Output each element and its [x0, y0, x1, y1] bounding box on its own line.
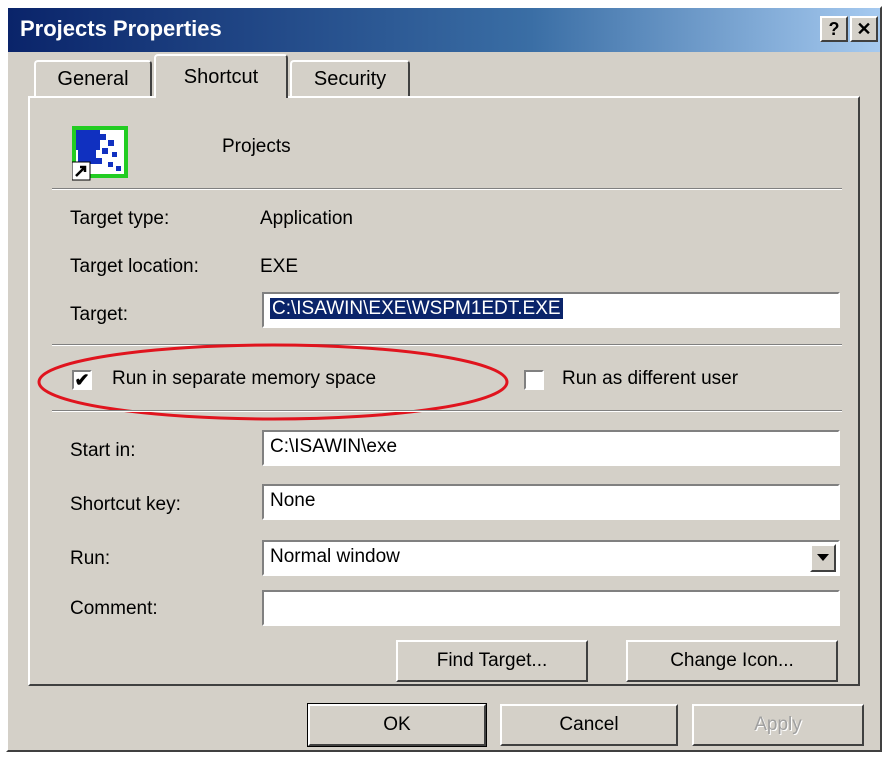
- run-label: Run:: [70, 548, 111, 569]
- shortcut-key-input[interactable]: None: [262, 484, 840, 520]
- title-bar[interactable]: Projects Properties ? ✕: [8, 8, 880, 52]
- target-input[interactable]: C:\ISAWIN\EXE\WSPM1EDT.EXE: [262, 292, 840, 328]
- chevron-down-icon: [817, 554, 829, 561]
- checkmark-icon: ✔: [74, 370, 90, 390]
- run-as-label[interactable]: Run as different user: [562, 368, 738, 390]
- comment-label: Comment:: [70, 598, 158, 619]
- shortcut-name: Projects: [222, 136, 291, 157]
- tab-security[interactable]: Security: [290, 60, 410, 96]
- separator: [52, 344, 842, 346]
- separator: [52, 188, 842, 190]
- tab-shortcut[interactable]: Shortcut: [154, 54, 288, 98]
- tab-general[interactable]: General: [34, 60, 152, 96]
- comment-input[interactable]: [262, 590, 840, 626]
- separator: [52, 410, 842, 412]
- change-icon-button[interactable]: Change Icon...: [626, 640, 838, 682]
- run-as-checkbox[interactable]: [524, 370, 544, 390]
- target-type-label: Target type:: [70, 208, 170, 229]
- find-target-button[interactable]: Find Target...: [396, 640, 588, 682]
- start-in-label: Start in:: [70, 440, 136, 461]
- target-location-label: Target location:: [70, 256, 199, 277]
- ok-button[interactable]: OK: [307, 703, 487, 747]
- dropdown-button[interactable]: [810, 544, 836, 572]
- target-label: Target:: [70, 304, 129, 325]
- help-button[interactable]: ?: [820, 16, 848, 42]
- target-value: C:\ISAWIN\EXE\WSPM1EDT.EXE: [270, 298, 563, 319]
- run-separate-label[interactable]: Run in separate memory space: [112, 368, 376, 390]
- projects-shortcut-icon: [72, 126, 128, 181]
- target-location-value: EXE: [260, 256, 299, 277]
- run-selected-value: Normal window: [270, 546, 400, 567]
- target-type-value: Application: [260, 208, 353, 229]
- apply-button[interactable]: Apply: [692, 704, 864, 746]
- run-separate-checkbox[interactable]: ✔: [72, 370, 92, 390]
- run-select[interactable]: Normal window: [262, 540, 840, 576]
- close-button[interactable]: ✕: [850, 16, 878, 42]
- cancel-button[interactable]: Cancel: [500, 704, 678, 746]
- close-icon: ✕: [856, 19, 872, 39]
- properties-dialog: Projects Properties ? ✕ General Shortcut…: [6, 6, 882, 752]
- window-title: Projects Properties: [20, 16, 222, 41]
- shortcut-key-label: Shortcut key:: [70, 494, 181, 515]
- start-in-input[interactable]: C:\ISAWIN\exe: [262, 430, 840, 466]
